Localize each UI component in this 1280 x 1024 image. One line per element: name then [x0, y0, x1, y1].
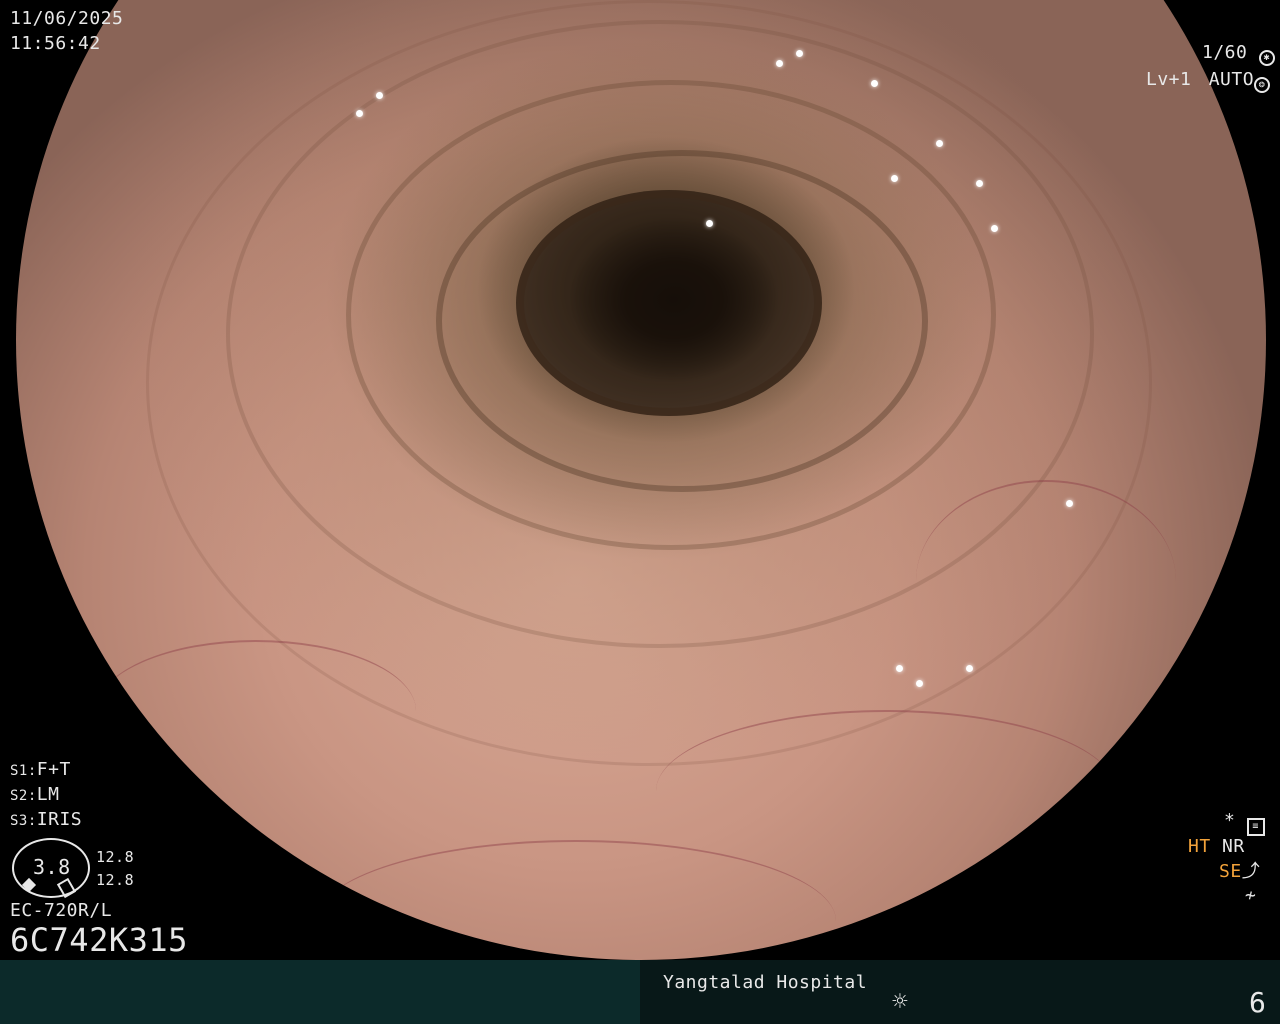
light-reflection [976, 180, 983, 187]
enhancement-curve-icon: ⤴ [1241, 861, 1261, 882]
light-reflection [796, 50, 803, 57]
setting-s2: S2:LM [10, 784, 59, 807]
menu-settings-icon: ≡ [1246, 818, 1265, 836]
brightness-level: Lv+1 [1146, 69, 1192, 90]
blood-vessel [96, 640, 416, 782]
light-reflection [936, 140, 943, 147]
setting-value: LM [36, 784, 60, 805]
lumen-opening [516, 190, 822, 416]
date-label: 11/06/2025 [10, 8, 124, 29]
footer-left-panel [0, 960, 640, 1024]
menu-indicator: * ≡ [1224, 810, 1265, 836]
light-reflection [356, 110, 363, 117]
freeze-icon: ≁ [1245, 885, 1257, 906]
gauge-upper: 12.8 [96, 848, 135, 866]
setting-s3: S3:IRIS [10, 809, 82, 832]
setting-key: S2: [10, 788, 37, 804]
gauge-value: 3.8 [33, 855, 71, 879]
nr-label: NR [1222, 836, 1245, 857]
shutter-speed: 1/60 ✱ [1202, 42, 1275, 66]
star-indicator: * [1224, 810, 1236, 831]
time-label: 11:56:42 [10, 33, 101, 54]
light-reflection [896, 665, 903, 672]
light-reflection [991, 225, 998, 232]
ht-label: HT [1188, 836, 1211, 857]
endoscopic-image [16, 0, 1266, 960]
endoscopy-screen: 11/06/2025 11:56:42 1/60 ✱ Lv+1 AUTO ❂ S1… [0, 0, 1280, 1024]
ht-nr-indicator: HT NR [1188, 836, 1245, 858]
blood-vessel [656, 710, 1116, 872]
iris-icon: ❂ [1254, 77, 1271, 93]
blood-vessel [916, 480, 1176, 682]
setting-key: S1: [10, 763, 37, 779]
aperture-icon: ✱ [1258, 50, 1275, 66]
gauge-lower: 12.8 [96, 871, 135, 889]
hospital-name: Yangtalad Hospital [663, 972, 868, 993]
light-reflection [891, 175, 898, 182]
se-label: SE [1219, 861, 1242, 882]
shutter-value: 1/60 [1202, 42, 1248, 63]
setting-value: IRIS [36, 809, 83, 830]
light-reflection [871, 80, 878, 87]
scope-serial: 6C742K315 [10, 921, 188, 959]
light-reflection [916, 680, 923, 687]
light-reflection [966, 665, 973, 672]
light-reflection [1066, 500, 1073, 507]
scope-model: EC-720R/L [10, 900, 113, 921]
setting-key: S3: [10, 813, 37, 829]
light-reflection [776, 60, 783, 67]
light-reflection [706, 220, 713, 227]
light-sun-icon: ☼ [892, 987, 909, 1017]
mode-value: AUTO [1208, 69, 1255, 90]
setting-value: F+T [36, 759, 71, 780]
se-indicator: SE⤴ [1219, 861, 1260, 883]
setting-s1: S1:F+T [10, 759, 71, 782]
light-reflection [376, 92, 383, 99]
exposure-mode: Lv+1 AUTO ❂ [1146, 69, 1271, 93]
page-number: 6 [1249, 986, 1267, 1019]
